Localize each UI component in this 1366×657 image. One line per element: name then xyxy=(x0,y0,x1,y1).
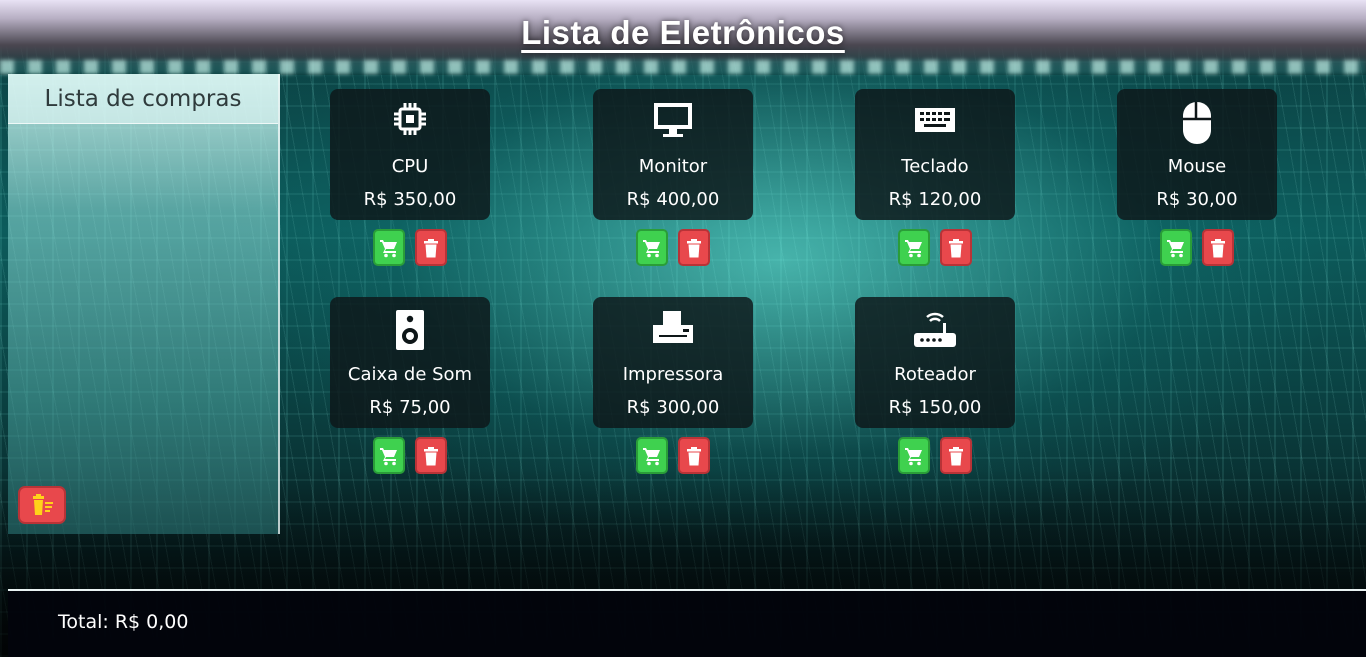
monitor-icon xyxy=(593,101,753,137)
product-price: R$ 350,00 xyxy=(363,189,457,210)
product-card-keyboard: Teclado R$ 120,00 xyxy=(855,89,1015,220)
add-to-cart-button-monitor[interactable] xyxy=(636,229,668,266)
remove-button-monitor[interactable] xyxy=(678,229,710,266)
add-to-cart-button-printer[interactable] xyxy=(636,437,668,474)
product-price: R$ 30,00 xyxy=(1156,189,1238,210)
product-name: CPU xyxy=(391,156,429,177)
keyboard-icon xyxy=(855,101,1015,137)
mouse-icon xyxy=(1117,101,1277,144)
trash-icon xyxy=(687,446,701,465)
product-name: Roteador xyxy=(894,364,976,385)
remove-button-speaker[interactable] xyxy=(415,437,447,474)
trash-icon xyxy=(424,238,438,257)
product-price: R$ 300,00 xyxy=(626,397,720,418)
cpu-icon xyxy=(330,101,490,137)
remove-button-router[interactable] xyxy=(940,437,972,474)
cart-total: Total: R$ 0,00 xyxy=(58,611,189,633)
add-to-cart-button-mouse[interactable] xyxy=(1160,229,1192,266)
trash-icon xyxy=(949,238,963,257)
product-name: Caixa de Som xyxy=(347,364,473,385)
product-name: Teclado xyxy=(901,156,969,177)
add-to-cart-button-cpu[interactable] xyxy=(373,229,405,266)
product-price: R$ 150,00 xyxy=(888,397,982,418)
cart-icon xyxy=(1167,239,1184,257)
cart-icon xyxy=(905,447,922,465)
remove-button-keyboard[interactable] xyxy=(940,229,972,266)
clear-list-icon xyxy=(33,494,53,515)
printer-icon xyxy=(593,309,753,345)
trash-icon xyxy=(687,238,701,257)
product-card-speaker: Caixa de Som R$ 75,00 xyxy=(330,297,490,428)
product-price: R$ 75,00 xyxy=(369,397,451,418)
footer xyxy=(8,591,1366,657)
speaker-icon xyxy=(330,309,490,350)
product-card-cpu: CPU R$ 350,00 xyxy=(330,89,490,220)
cart-icon xyxy=(380,447,397,465)
add-to-cart-button-keyboard[interactable] xyxy=(898,229,930,266)
cart-icon xyxy=(905,239,922,257)
shopping-list-panel: Lista de compras xyxy=(8,74,280,534)
product-card-monitor: Monitor R$ 400,00 xyxy=(593,89,753,220)
trash-icon xyxy=(949,446,963,465)
product-price: R$ 400,00 xyxy=(626,189,720,210)
product-card-mouse: Mouse R$ 30,00 xyxy=(1117,89,1277,220)
product-card-router: Roteador R$ 150,00 xyxy=(855,297,1015,428)
product-name: Impressora xyxy=(622,364,724,385)
trash-icon xyxy=(424,446,438,465)
trash-icon xyxy=(1211,238,1225,257)
remove-button-mouse[interactable] xyxy=(1202,229,1234,266)
remove-button-cpu[interactable] xyxy=(415,229,447,266)
router-icon xyxy=(855,309,1015,347)
product-card-printer: Impressora R$ 300,00 xyxy=(593,297,753,428)
cart-icon xyxy=(643,239,660,257)
product-name: Mouse xyxy=(1167,156,1227,177)
remove-button-printer[interactable] xyxy=(678,437,710,474)
add-to-cart-button-speaker[interactable] xyxy=(373,437,405,474)
page-title: Lista de Eletrônicos xyxy=(521,14,845,51)
clear-list-button[interactable] xyxy=(18,486,66,524)
cart-icon xyxy=(643,447,660,465)
product-name: Monitor xyxy=(638,156,708,177)
add-to-cart-button-router[interactable] xyxy=(898,437,930,474)
shopping-list-title: Lista de compras xyxy=(8,74,278,124)
product-price: R$ 120,00 xyxy=(888,189,982,210)
cart-icon xyxy=(380,239,397,257)
